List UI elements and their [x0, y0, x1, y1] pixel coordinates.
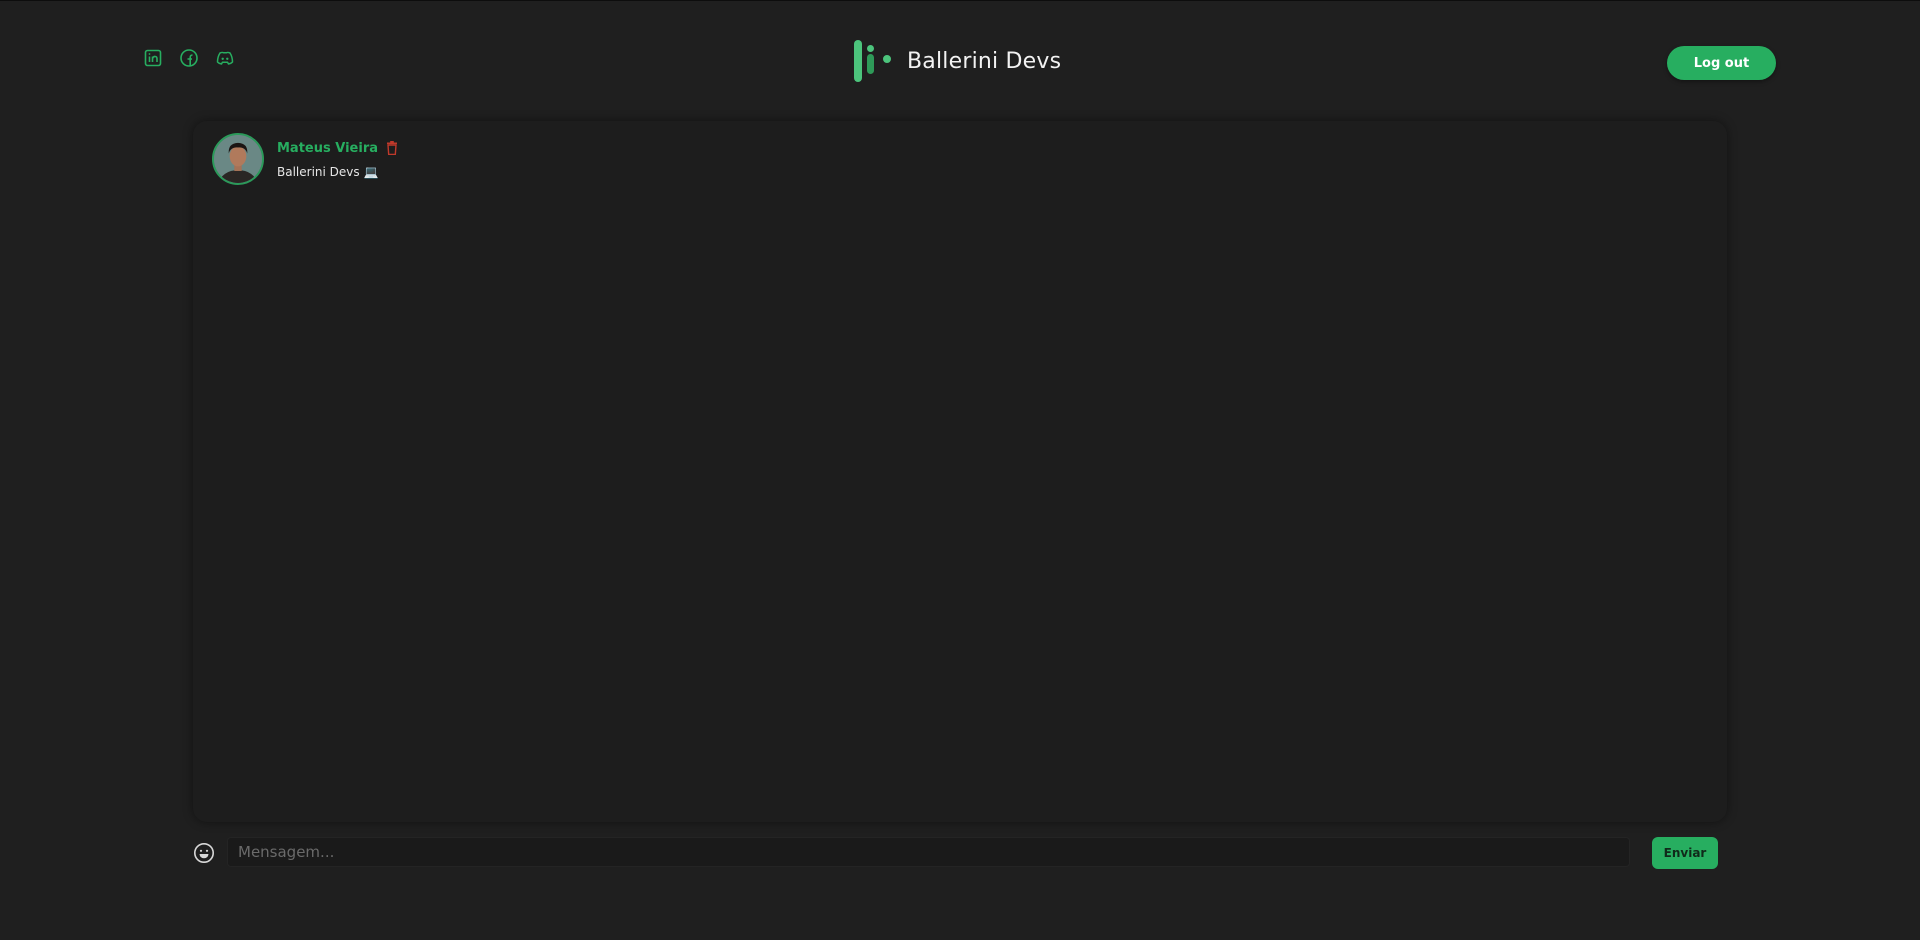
message-body: Mateus Vieira Ballerini Devs 💻	[277, 133, 398, 185]
linkedin-icon[interactable]	[142, 47, 164, 69]
social-links	[142, 47, 236, 69]
message-header: Mateus Vieira	[277, 139, 398, 157]
send-button[interactable]: Enviar	[1652, 837, 1718, 869]
message-author: Mateus Vieira	[277, 140, 379, 156]
discord-icon[interactable]	[214, 47, 236, 69]
message-input[interactable]	[227, 837, 1630, 867]
avatar	[212, 133, 264, 185]
brand-logo-icon	[853, 39, 893, 83]
facebook-icon[interactable]	[178, 47, 200, 69]
brand: Ballerini Devs	[853, 39, 1061, 83]
emoji-icon[interactable]	[193, 842, 215, 864]
trash-icon[interactable]	[386, 141, 398, 155]
message-text: Ballerini Devs 💻	[277, 165, 379, 179]
app-page: Ballerini Devs Log out Mateus Vieira Bal…	[0, 0, 1920, 940]
chat-message: Mateus Vieira Ballerini Devs 💻	[212, 133, 398, 185]
message-composer: Enviar	[193, 837, 1727, 871]
logout-button[interactable]: Log out	[1667, 46, 1776, 80]
header: Ballerini Devs Log out	[0, 1, 1920, 121]
chat-panel[interactable]: Mateus Vieira Ballerini Devs 💻	[193, 121, 1727, 822]
brand-name: Ballerini Devs	[907, 48, 1062, 74]
